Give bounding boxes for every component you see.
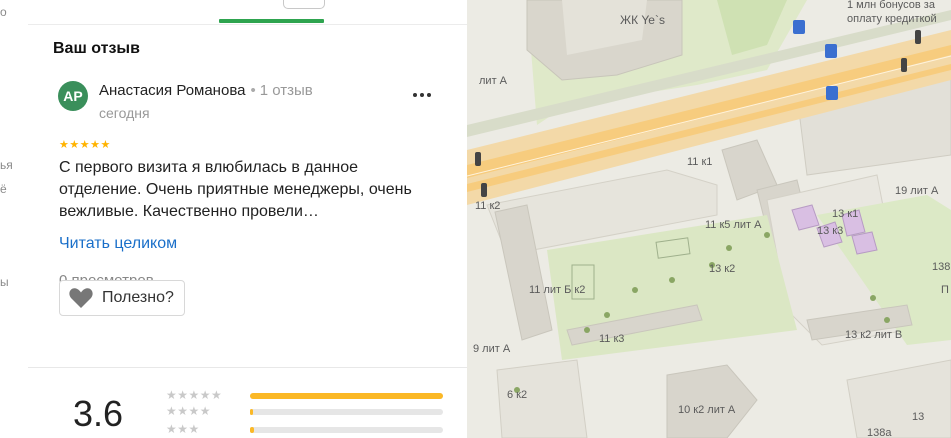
sliver-text: ё xyxy=(0,182,7,196)
map-label: лит А xyxy=(479,75,508,87)
map-label: оплату кредиткой xyxy=(847,13,937,25)
map-label: 13 к3 xyxy=(817,225,843,237)
tab-pill[interactable] xyxy=(283,0,325,9)
distribution-bar xyxy=(250,409,443,415)
author-name[interactable]: Анастасия Романова xyxy=(99,82,245,99)
map-label: П xyxy=(941,284,949,296)
map-canvas[interactable]: ЖК Ye`s 1 млн бонусов за оплату кредитко… xyxy=(467,0,951,438)
review-stars: ★★★★★ xyxy=(59,139,111,151)
sliver-text: о xyxy=(0,5,7,19)
map-label: 11 лит Б к2 xyxy=(529,284,585,296)
map-label: 13 к2 xyxy=(709,263,735,275)
tab-reviews-active-indicator[interactable] xyxy=(219,19,324,23)
map-label: 138 xyxy=(932,261,950,273)
heart-icon xyxy=(69,288,93,308)
map-label: 10 к2 лит А xyxy=(678,404,736,416)
map-label: 6 к2 xyxy=(507,389,527,401)
distribution-bar-fill xyxy=(250,393,443,399)
adjacent-panel-edge: о ья ё ы xyxy=(0,0,29,438)
map-label: 11 к3 xyxy=(599,333,624,345)
map-label: ЖК Ye`s xyxy=(620,13,665,27)
sliver-text: ы xyxy=(0,275,9,289)
separator-dot: • xyxy=(250,82,256,99)
distribution-stars: ★★★★ xyxy=(166,404,212,418)
avatar[interactable]: АР xyxy=(58,81,88,111)
distribution-bar xyxy=(250,393,443,399)
more-options-button[interactable] xyxy=(408,84,436,106)
divider xyxy=(28,367,467,368)
sliver-text: ья xyxy=(0,158,13,172)
review-text: С первого визита я влюбилась в данное от… xyxy=(59,159,412,220)
map-view[interactable]: ЖК Ye`s 1 млн бонусов за оплату кредитко… xyxy=(467,0,951,438)
tab-bar xyxy=(28,0,467,25)
review-date: сегодня xyxy=(99,105,150,121)
map-label: 138а xyxy=(867,427,892,438)
map-label: 9 лит А xyxy=(473,343,511,355)
rating-distribution-row[interactable]: ★★★★ xyxy=(166,404,443,418)
rating-value: 3.6 xyxy=(73,393,124,434)
distribution-stars: ★★★★★ xyxy=(166,388,223,402)
map-label: 13 к1 xyxy=(832,208,858,220)
map-label: 11 к1 xyxy=(687,156,712,168)
section-title: Ваш отзыв xyxy=(53,40,140,57)
distribution-stars: ★★★ xyxy=(166,422,200,436)
distribution-bar-fill xyxy=(250,427,254,433)
map-label: 13 к2 лит В xyxy=(845,329,902,341)
map-label: 11 к5 лит А xyxy=(705,219,762,231)
distribution-bar-fill xyxy=(250,409,253,415)
more-dots-icon xyxy=(413,93,431,97)
distribution-bar xyxy=(250,427,443,433)
reviews-panel: Ваш отзыв АР Анастасия Романова • 1 отзыв … xyxy=(28,0,467,438)
map-label: 19 лит А xyxy=(895,185,939,197)
rating-distribution-row[interactable]: ★★★★★ xyxy=(166,388,443,402)
map-label: 1 млн бонусов за xyxy=(847,0,936,11)
review-author: Анастасия Романова • 1 отзыв xyxy=(99,82,313,99)
useful-label: Полезно? xyxy=(102,289,174,306)
useful-button[interactable]: Полезно? xyxy=(59,280,185,316)
read-more-link[interactable]: Читать целиком xyxy=(59,235,177,253)
author-review-count: 1 отзыв xyxy=(259,82,313,99)
map-label: 11 к2 xyxy=(475,200,500,212)
map-label: 13 xyxy=(912,411,924,423)
rating-distribution-row[interactable]: ★★★ xyxy=(166,422,443,436)
